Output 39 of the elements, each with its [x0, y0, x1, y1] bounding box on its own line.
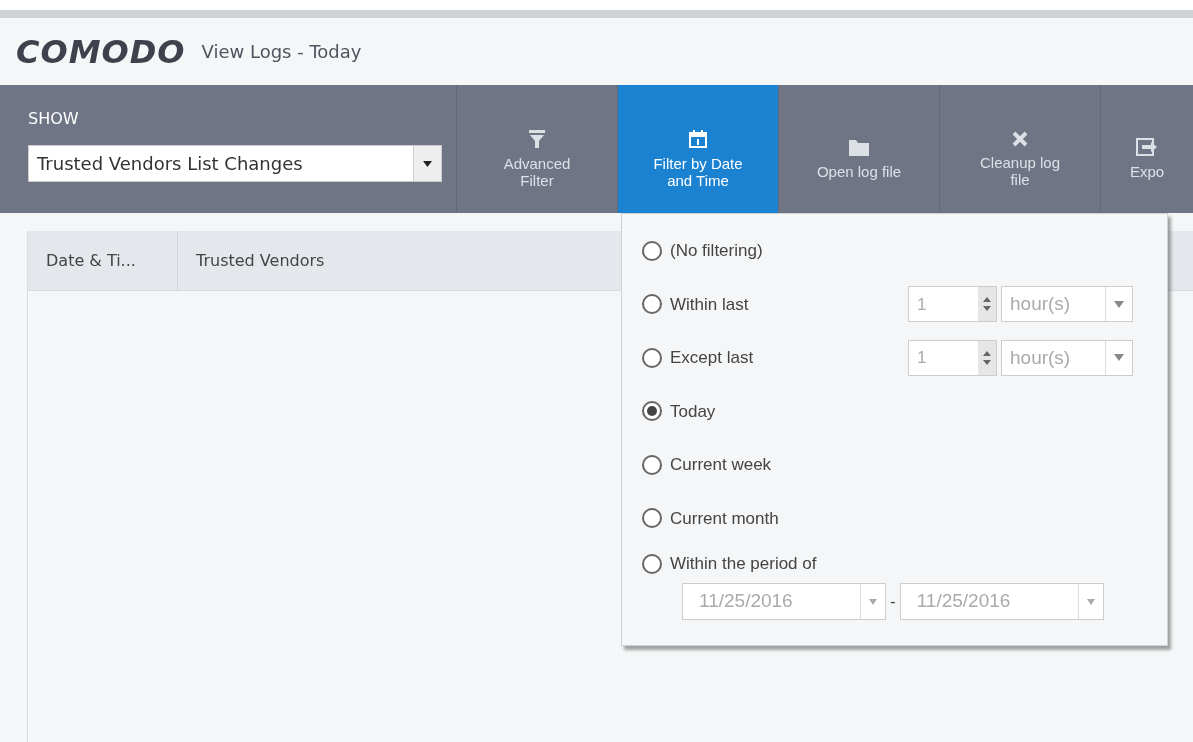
option-label[interactable]: Current week [670, 452, 772, 478]
number-spinner[interactable]: 1 [908, 286, 997, 323]
option-label[interactable]: Within the period of [670, 551, 817, 577]
toolbar-button[interactable]: Filter by Date and Time [618, 85, 779, 213]
radio-button[interactable] [642, 347, 662, 368]
radio-button[interactable] [642, 508, 662, 529]
window-title: View Logs - Today [201, 40, 362, 64]
column-header[interactable]: Trusted Vendors [178, 248, 325, 273]
radio-button[interactable] [642, 454, 662, 475]
caret-icon [869, 598, 877, 605]
option-label[interactable]: Today [670, 398, 716, 424]
unit-dropdown[interactable]: hour(s) [1001, 339, 1133, 376]
number-spinner[interactable]: 1 [908, 339, 997, 376]
export-icon [1136, 138, 1158, 157]
radio-button[interactable] [642, 401, 662, 422]
unit-dropdown[interactable]: hour(s) [1001, 286, 1133, 323]
radio-button[interactable] [642, 294, 662, 315]
filter-icon [529, 130, 545, 148]
calendar-icon [689, 130, 707, 148]
caret-icon [1086, 598, 1095, 605]
caret-icon [1114, 300, 1124, 308]
radio-button[interactable] [642, 554, 662, 574]
log-type-dropdown[interactable]: Trusted Vendors List Changes [28, 145, 442, 182]
date-separator: - [890, 590, 896, 613]
date-picker[interactable]: 11/25/2016 [682, 583, 886, 620]
folder-icon [849, 139, 869, 156]
option-label[interactable]: Within last [670, 291, 749, 317]
cross-icon [1012, 131, 1028, 148]
column-header[interactable]: Date & Ti... [28, 231, 178, 290]
option-label[interactable]: (No filtering) [670, 238, 763, 264]
option-label[interactable]: Current month [670, 505, 779, 531]
toolbar-button[interactable]: Expo [1101, 85, 1193, 213]
option-label[interactable]: Except last [670, 345, 754, 371]
caret-icon [1114, 354, 1124, 362]
caret-icon [423, 160, 432, 167]
date-picker[interactable]: 11/25/2016 [899, 583, 1104, 620]
logo: COMODO [16, 31, 186, 73]
radio-button[interactable] [642, 240, 662, 261]
show-label: SHOW [28, 108, 80, 130]
